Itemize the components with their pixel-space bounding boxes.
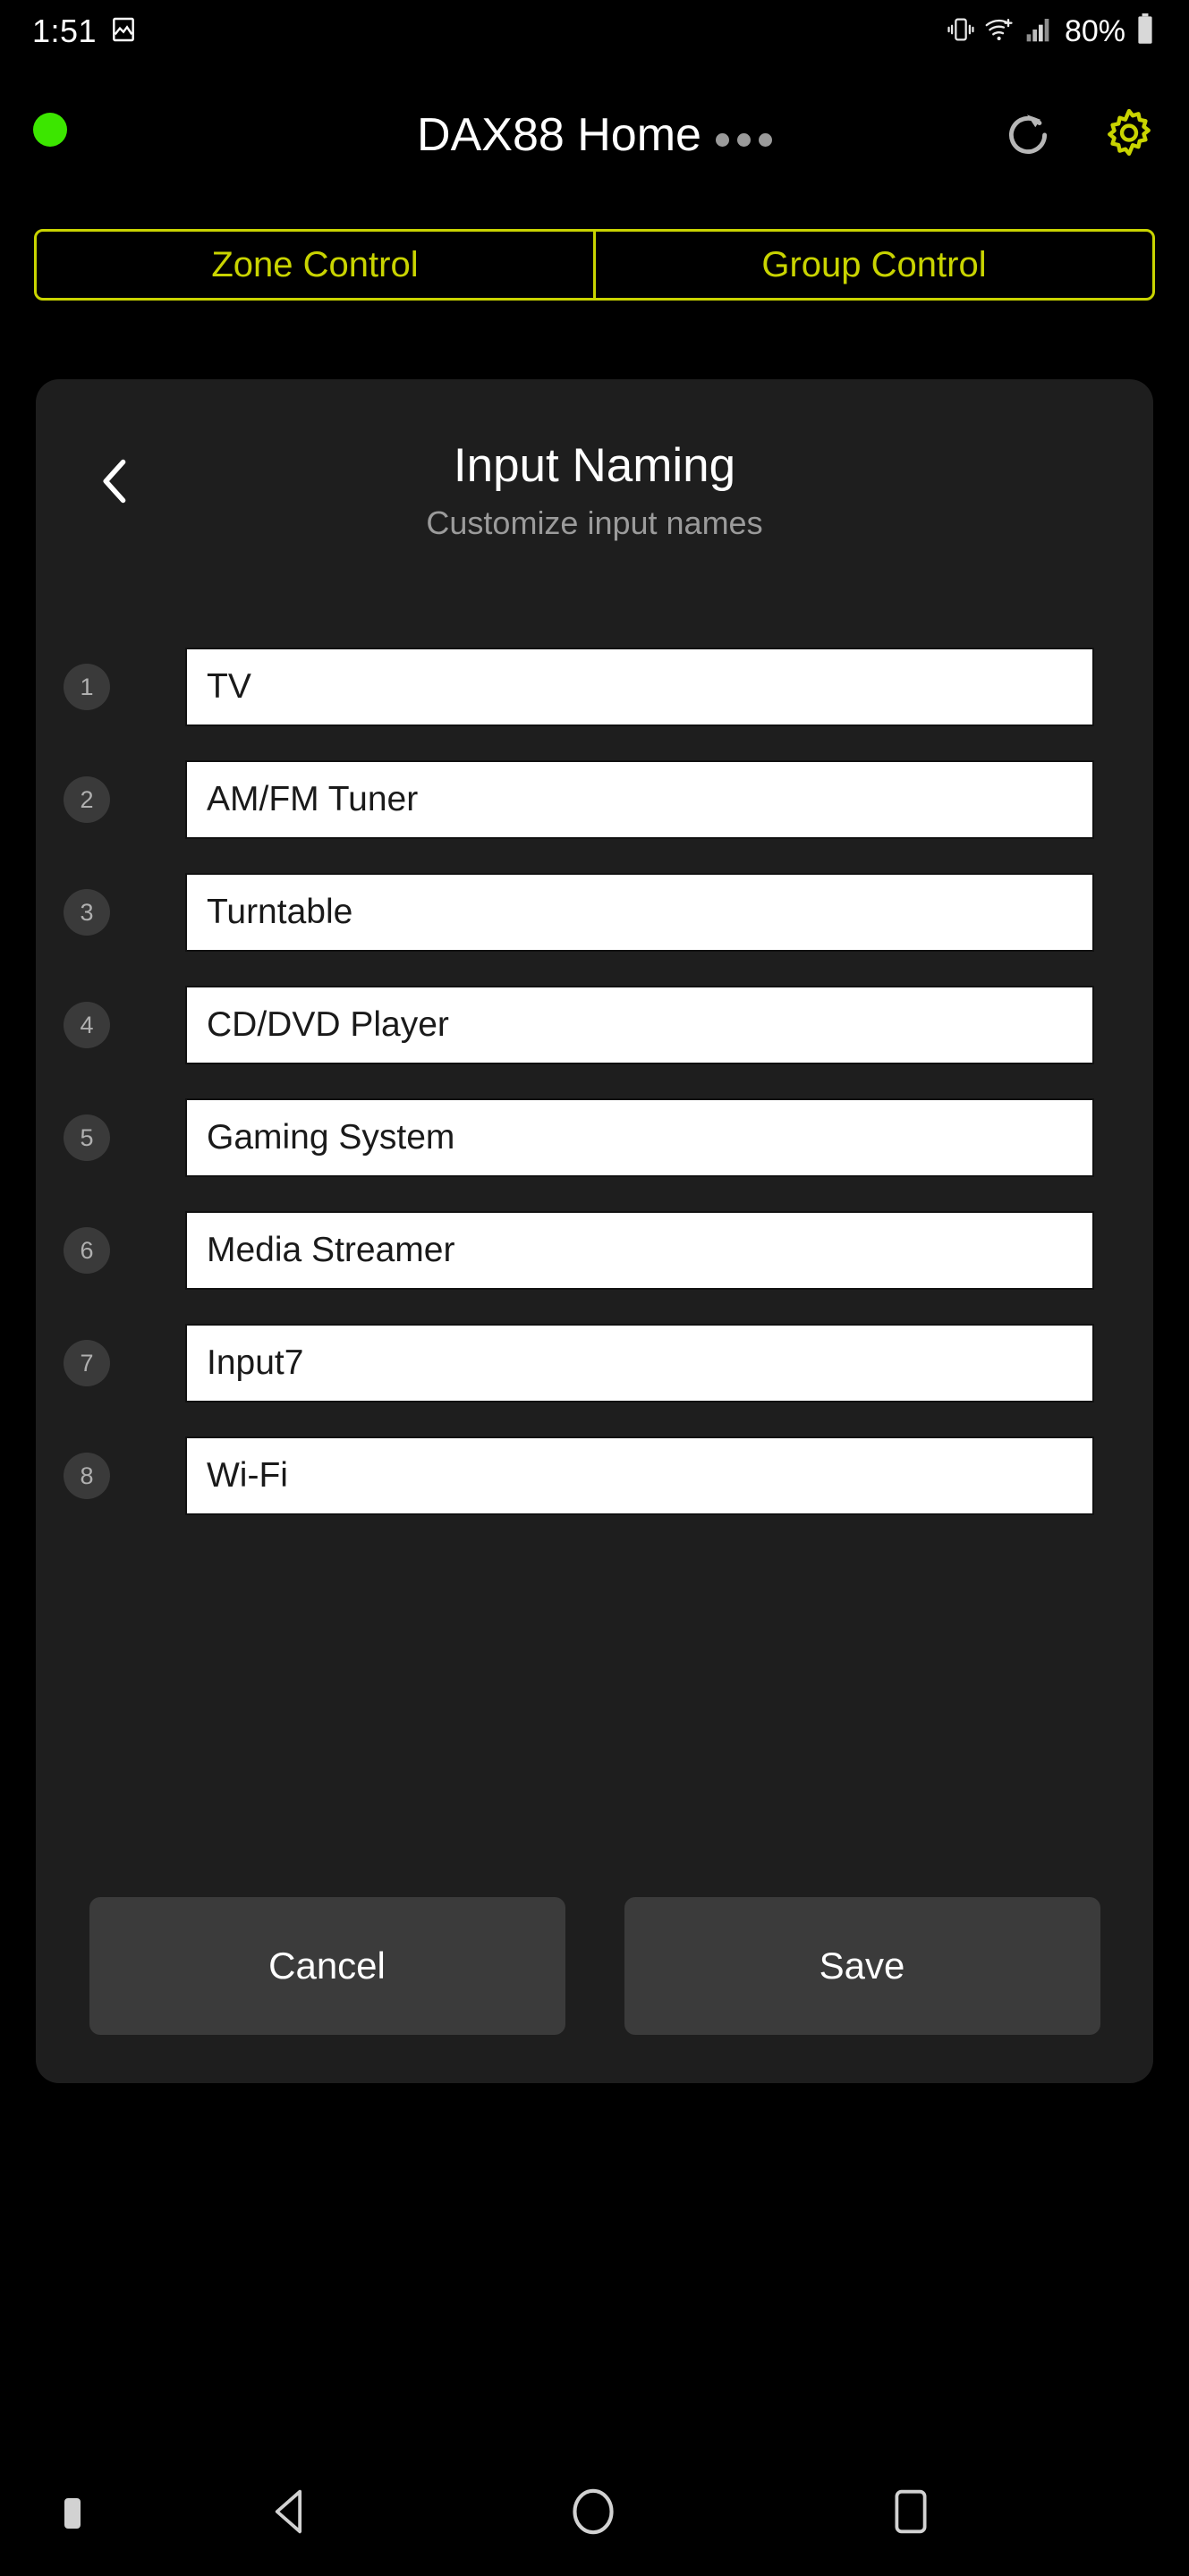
input-naming-card: Input Naming Customize input names 1 TV … [36,379,1153,2083]
input-name-field-1[interactable]: TV [185,648,1094,726]
input-row: 3 Turntable [36,873,1153,952]
input-index-badge: 2 [64,776,110,823]
battery-icon [1134,13,1157,50]
wifi-add-icon [984,14,1016,49]
android-navigation-bar [0,2451,1189,2576]
card-title: Input Naming [453,439,736,492]
cancel-button[interactable]: Cancel [89,1897,565,2035]
refresh-button[interactable] [1000,107,1056,163]
input-index-badge: 3 [64,889,110,936]
input-index-badge: 8 [64,1453,110,1499]
input-index-badge: 1 [64,664,110,710]
input-name-list: 1 TV 2 AM/FM Tuner 3 Turntable 4 CD/DVD … [36,567,1153,1515]
home-circle-icon[interactable] [567,2486,619,2542]
overflow-dots-icon[interactable] [715,124,772,147]
app-bar: DAX88 Home [0,86,1189,184]
input-name-field-3[interactable]: Turntable [185,873,1094,952]
recents-square-icon[interactable] [886,2486,936,2542]
input-row: 4 CD/DVD Player [36,986,1153,1064]
input-name-field-7[interactable]: Input7 [185,1324,1094,1402]
input-name-field-4[interactable]: CD/DVD Player [185,986,1094,1064]
status-time: 1:51 [32,13,98,49]
page-title: DAX88 Home [417,109,701,161]
control-mode-tabs: Zone Control Group Control [34,229,1155,301]
input-row: 5 Gaming System [36,1098,1153,1177]
signal-bars-icon [1024,15,1053,48]
input-row: 8 Wi-Fi [36,1436,1153,1515]
input-index-badge: 7 [64,1340,110,1386]
input-row: 2 AM/FM Tuner [36,760,1153,839]
save-button[interactable]: Save [624,1897,1100,2035]
input-row: 1 TV [36,648,1153,726]
input-index-badge: 6 [64,1227,110,1274]
status-bar-left: 1:51 [32,13,138,50]
input-name-field-6[interactable]: Media Streamer [185,1211,1094,1290]
input-index-badge: 4 [64,1002,110,1048]
battery-percent: 80% [1064,13,1125,48]
phone-screen: 1:51 80% DAX88 Home Zone Control Group C… [0,0,1189,2576]
card-actions: Cancel Save [36,1897,1153,2035]
tab-group-control[interactable]: Group Control [593,232,1152,298]
status-bar-right: 80% [946,13,1157,50]
image-icon [109,15,138,48]
input-row: 6 Media Streamer [36,1211,1153,1290]
input-name-field-2[interactable]: AM/FM Tuner [185,760,1094,839]
card-header: Input Naming Customize input names [36,379,1153,567]
input-name-field-5[interactable]: Gaming System [185,1098,1094,1177]
input-row: 7 Input7 [36,1324,1153,1402]
settings-button[interactable] [1100,106,1159,165]
input-index-badge: 5 [64,1114,110,1161]
tab-zone-control[interactable]: Zone Control [37,232,593,298]
card-subtitle: Customize input names [426,504,763,541]
vibrate-icon [946,14,976,49]
input-name-field-8[interactable]: Wi-Fi [185,1436,1094,1515]
keyboard-indicator-icon[interactable] [64,2498,81,2529]
status-bar: 1:51 80% [0,0,1189,63]
back-triangle-icon[interactable] [265,2486,315,2542]
